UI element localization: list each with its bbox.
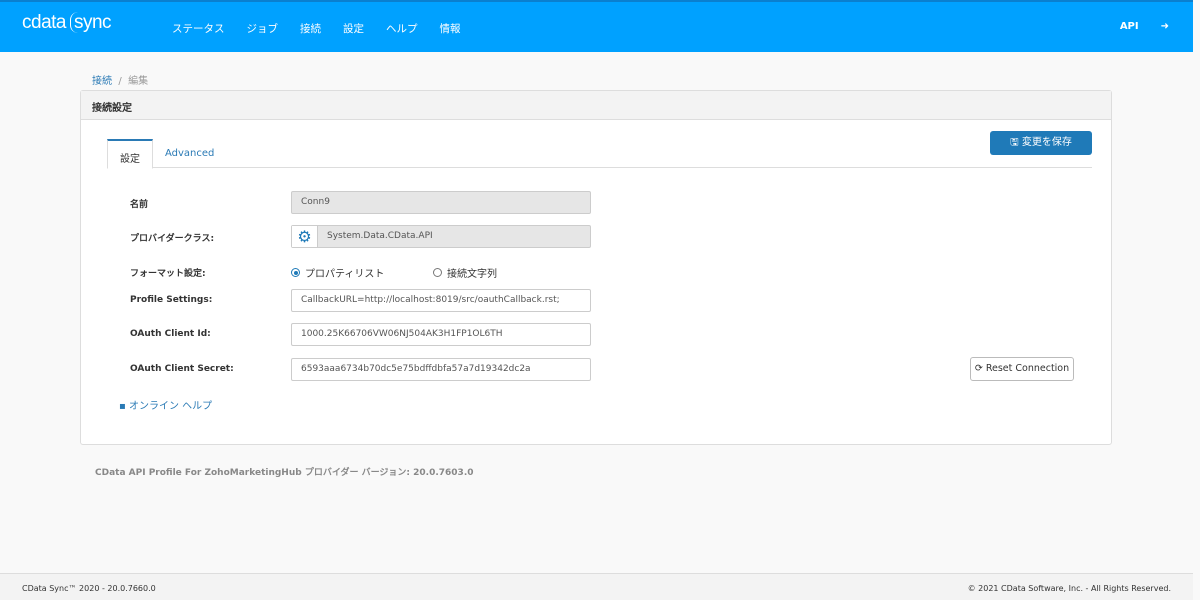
cdata-sync-logo[interactable]: cdata sync bbox=[22, 12, 112, 34]
logo-sub: sync bbox=[69, 12, 112, 33]
name-input[interactable]: Conn9 bbox=[291, 191, 591, 214]
profile-settings-input[interactable]: CallbackURL=http://localhost:8019/src/oa… bbox=[291, 289, 591, 312]
radio-connection-string[interactable]: 接続文字列 bbox=[433, 265, 497, 280]
refresh-icon: ⟳ bbox=[974, 363, 986, 374]
provider-version: CData API Profile For ZohoMarketingHub プ… bbox=[95, 468, 474, 478]
online-help-link[interactable]: ▪ オンライン ヘルプ bbox=[119, 397, 212, 412]
tab-settings[interactable]: 設定 bbox=[107, 139, 153, 169]
name-label: 名前 bbox=[130, 200, 149, 210]
nav-api[interactable]: API bbox=[1120, 21, 1139, 32]
radio-property-list[interactable]: プロパティリスト bbox=[291, 265, 384, 280]
nav-status[interactable]: ステータス bbox=[172, 21, 225, 36]
breadcrumb-separator: / bbox=[118, 76, 122, 87]
tab-advanced[interactable]: Advanced bbox=[153, 139, 226, 167]
nav-info[interactable]: 情報 bbox=[440, 21, 461, 36]
provider-input[interactable]: ⚙ System.Data.CData.API bbox=[291, 225, 591, 248]
profile-settings-label: Profile Settings: bbox=[130, 295, 213, 305]
format-label: フォーマット設定: bbox=[130, 269, 206, 279]
radio-unchecked-icon[interactable] bbox=[433, 268, 442, 277]
provider-label: プロバイダークラス: bbox=[130, 234, 215, 244]
nav-jobs[interactable]: ジョブ bbox=[247, 21, 279, 36]
reset-label: Reset Connection bbox=[985, 363, 1070, 374]
book-icon: ▪ bbox=[119, 401, 129, 412]
sign-out-icon[interactable]: ➜ bbox=[1161, 21, 1169, 32]
panel-title: 接続設定 bbox=[81, 91, 1111, 120]
save-label: 変更を保存 bbox=[1021, 137, 1072, 148]
client-id-input[interactable]: 1000.25K66706VW06NJ504AK3H1FP1OL6TH bbox=[291, 323, 591, 346]
radio-label: 接続文字列 bbox=[447, 269, 497, 280]
top-navbar: cdata sync ステータス ジョブ 接続 設定 ヘルプ 情報 API ➜ bbox=[0, 0, 1193, 52]
provider-value: System.Data.CData.API bbox=[327, 231, 433, 241]
main-nav: ステータス ジョブ 接続 設定 ヘルプ 情報 bbox=[172, 21, 461, 36]
breadcrumb-current: 編集 bbox=[128, 76, 149, 87]
tabs: 設定 Advanced bbox=[107, 139, 1092, 169]
gear-icon[interactable]: ⚙ bbox=[292, 226, 318, 247]
client-secret-label: OAuth Client Secret: bbox=[130, 364, 234, 374]
breadcrumb: 接続 / 編集 bbox=[92, 72, 148, 87]
breadcrumb-connections[interactable]: 接続 bbox=[92, 76, 112, 87]
nav-settings[interactable]: 設定 bbox=[343, 21, 364, 36]
save-icon: 🖫 bbox=[1010, 137, 1022, 148]
radio-checked-icon[interactable] bbox=[291, 268, 300, 277]
help-label: オンライン ヘルプ bbox=[128, 401, 213, 412]
logo-text: cdata bbox=[22, 12, 66, 33]
footer: CData Sync™ 2020 - 20.0.7660.0 © 2021 CD… bbox=[0, 573, 1193, 600]
save-button[interactable]: 🖫 変更を保存 bbox=[990, 131, 1092, 155]
connection-settings-panel: 接続設定 設定 Advanced 🖫 変更を保存 名前 Conn9 プロバイダー… bbox=[80, 90, 1112, 445]
nav-connections[interactable]: 接続 bbox=[300, 21, 321, 36]
footer-version: CData Sync™ 2020 - 20.0.7660.0 bbox=[22, 584, 156, 593]
nav-help[interactable]: ヘルプ bbox=[386, 21, 418, 36]
client-secret-input[interactable]: 6593aaa6734b70dc5e75bdffdbfa57a7d19342dc… bbox=[291, 358, 591, 381]
reset-connection-button[interactable]: ⟳ Reset Connection bbox=[970, 357, 1074, 381]
footer-copyright: © 2021 CData Software, Inc. - All Rights… bbox=[967, 584, 1171, 593]
client-id-label: OAuth Client Id: bbox=[130, 329, 211, 339]
radio-label: プロパティリスト bbox=[305, 269, 385, 280]
